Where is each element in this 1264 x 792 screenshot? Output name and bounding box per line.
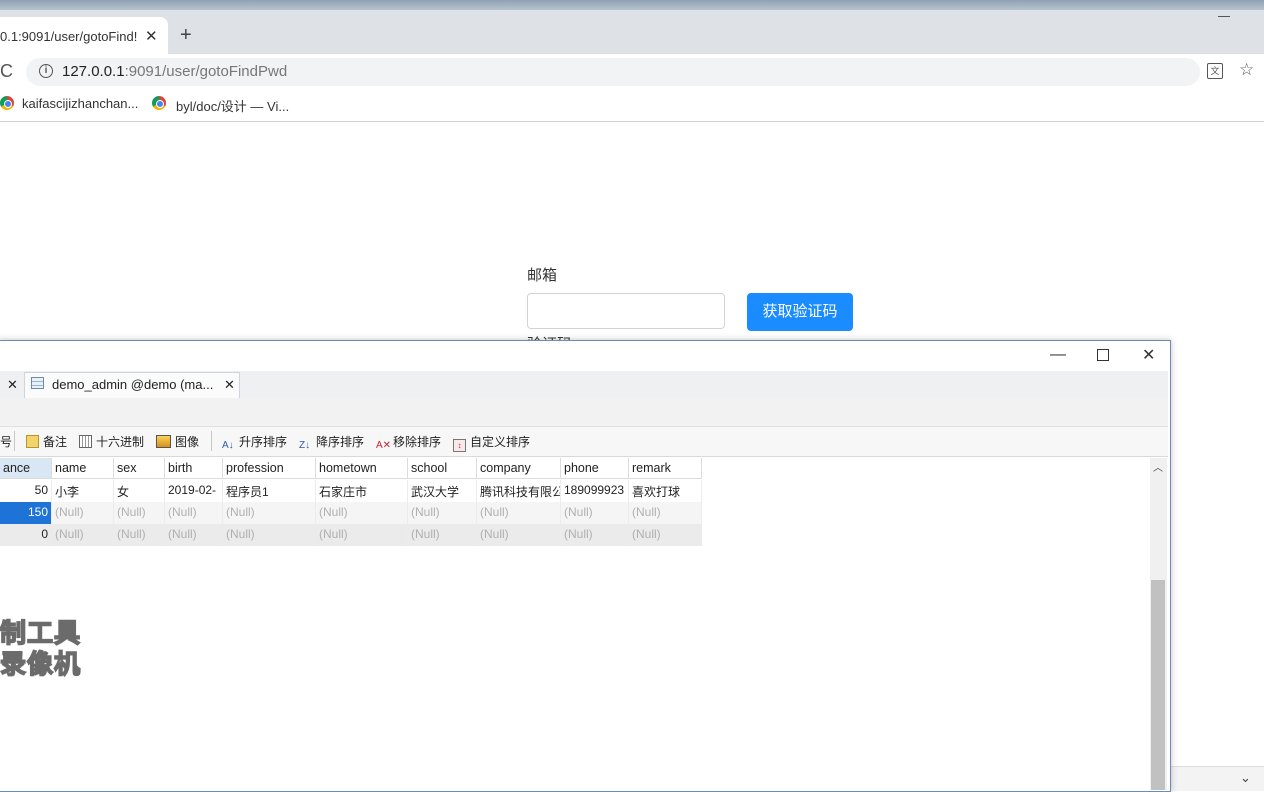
column-header[interactable]: company	[477, 458, 561, 479]
bookmark-item-1[interactable]: kaifascijizhanchan...	[22, 96, 138, 111]
url-text[interactable]: 127.0.0.1:9091/user/gotoFindPwd	[62, 63, 287, 80]
column-header[interactable]: school	[408, 458, 477, 479]
custom-sort-label: 自定义排序	[470, 435, 531, 449]
column-header[interactable]: ance	[0, 458, 52, 479]
table-cell[interactable]: (Null)	[223, 524, 316, 546]
table-cell[interactable]: (Null)	[316, 524, 408, 546]
minimize-icon[interactable]	[1218, 16, 1230, 17]
column-header[interactable]: profession	[223, 458, 316, 479]
column-header[interactable]: hometown	[316, 458, 408, 479]
window-close-icon[interactable]: ✕	[1142, 345, 1155, 365]
column-header[interactable]: remark	[629, 458, 702, 479]
image-icon	[156, 435, 171, 448]
table-cell[interactable]: (Null)	[477, 502, 561, 524]
memo-icon	[26, 435, 39, 448]
table-cell[interactable]: (Null)	[629, 524, 702, 546]
custom-sort-button[interactable]: ↕ 自定义排序	[453, 433, 530, 452]
table-cell[interactable]: (Null)	[165, 502, 223, 524]
sort-desc-icon: Z↓	[299, 440, 311, 451]
sort-desc-button[interactable]: Z↓ 降序排序	[299, 433, 364, 453]
table-cell[interactable]: 程序员1	[223, 480, 316, 502]
table-icon	[31, 377, 44, 389]
column-header[interactable]: phone	[561, 458, 629, 479]
image-label: 图像	[175, 435, 200, 449]
image-button[interactable]: 图像	[156, 433, 199, 450]
url-path: :9091/user/gotoFindPwd	[124, 63, 288, 80]
table-cell[interactable]: (Null)	[477, 524, 561, 546]
toolbar-separator	[211, 431, 212, 451]
sort-asc-label: 升序排序	[239, 435, 288, 449]
recorder-watermark-line2: 录像机	[0, 649, 82, 681]
table-cell[interactable]: 189099923	[561, 480, 629, 502]
sort-desc-label: 降序排序	[316, 435, 365, 449]
column-header[interactable]: sex	[114, 458, 165, 479]
chrome-favicon-icon	[0, 96, 14, 110]
remove-sort-label: 移除排序	[393, 435, 442, 449]
table-cell[interactable]: 喜欢打球	[629, 480, 702, 502]
sort-asc-button[interactable]: A↓ 升序排序	[222, 433, 287, 453]
table-cell[interactable]: 50	[0, 480, 52, 502]
truncated-toolbar-icon[interactable]: 号	[0, 433, 12, 450]
table-cell[interactable]: 武汉大学	[408, 480, 477, 502]
table-cell[interactable]: (Null)	[52, 524, 114, 546]
window-maximize-icon[interactable]	[1097, 349, 1109, 361]
table-cell[interactable]: (Null)	[316, 502, 408, 524]
chrome-favicon-icon	[152, 96, 166, 110]
email-input[interactable]	[527, 293, 725, 329]
reload-icon[interactable]: C	[0, 61, 13, 82]
table-cell[interactable]: 石家庄市	[316, 480, 408, 502]
url-host: 127.0.0.1	[62, 63, 125, 80]
table-cell[interactable]: 女	[114, 480, 165, 502]
memo-label: 备注	[43, 435, 68, 449]
desktop-strip	[0, 0, 1264, 10]
column-header[interactable]: birth	[165, 458, 223, 479]
table-cell[interactable]: 2019-02-	[165, 480, 223, 502]
table-cell[interactable]: (Null)	[629, 502, 702, 524]
custom-sort-icon: ↕	[453, 439, 466, 452]
email-label: 邮箱	[527, 267, 558, 284]
grid-scrollbar-thumb[interactable]	[1151, 580, 1165, 790]
table-cell[interactable]: (Null)	[165, 524, 223, 546]
table-cell[interactable]: (Null)	[52, 502, 114, 524]
remove-sort-icon: A✕	[376, 440, 392, 451]
table-cell[interactable]: (Null)	[561, 524, 629, 546]
sort-asc-icon: A↓	[222, 440, 234, 451]
table-cell[interactable]: (Null)	[561, 502, 629, 524]
window-minimize-icon[interactable]: —	[1050, 346, 1066, 364]
browser-tab-title[interactable]: 0.1:9091/user/gotoFind!	[0, 29, 140, 44]
close-tab-icon[interactable]: ✕	[145, 27, 158, 45]
hex-button[interactable]: 十六进制	[79, 433, 144, 450]
chevron-up-icon[interactable]: ︿	[1153, 459, 1163, 474]
hex-label: 十六进制	[96, 435, 145, 449]
toolbar-separator	[14, 431, 15, 451]
table-cell[interactable]: 0	[0, 524, 52, 546]
site-info-icon[interactable]: i	[39, 64, 53, 78]
bookmark-item-2[interactable]: byl/doc/设计 — Vi...	[176, 96, 289, 115]
column-header[interactable]: name	[52, 458, 114, 479]
table-cell[interactable]: (Null)	[223, 502, 316, 524]
get-code-button[interactable]: 获取验证码	[747, 293, 853, 331]
hex-icon	[79, 435, 92, 448]
close-tab-icon[interactable]: ✕	[224, 377, 235, 393]
new-tab-button[interactable]: +	[180, 24, 192, 47]
table-cell[interactable]: (Null)	[408, 524, 477, 546]
table-cell[interactable]: (Null)	[114, 502, 165, 524]
translate-icon[interactable]: 文	[1207, 63, 1223, 79]
table-cell[interactable]: 腾讯科技有限公	[477, 480, 561, 502]
table-cell[interactable]: 小李	[52, 480, 114, 502]
bookmark-star-icon[interactable]: ☆	[1239, 60, 1254, 80]
table-cell[interactable]: (Null)	[408, 502, 477, 524]
table-cell-selected[interactable]: 150	[0, 502, 52, 524]
remove-sort-button[interactable]: A✕ 移除排序	[376, 433, 441, 453]
navicat-tab-title[interactable]: demo_admin @demo (ma...	[52, 377, 213, 392]
navicat-toolbar	[0, 398, 1168, 427]
memo-button[interactable]: 备注	[26, 433, 67, 450]
close-tab-icon[interactable]: ✕	[7, 377, 18, 393]
chevron-down-icon[interactable]: ⌄	[1240, 770, 1251, 786]
table-cell[interactable]: (Null)	[114, 524, 165, 546]
